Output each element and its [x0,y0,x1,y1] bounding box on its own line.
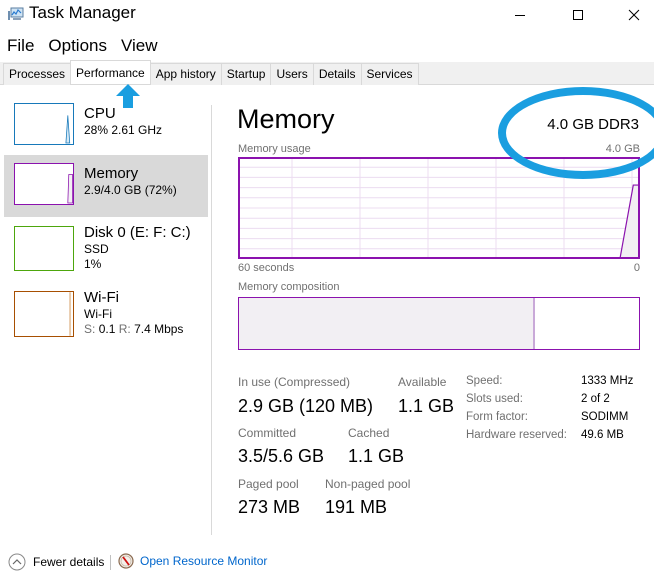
disk-type: SSD [84,242,109,256]
form-factor-label: Form factor: [466,411,528,423]
footer: Fewer details Open Resource Monitor [0,552,654,574]
maximize-button[interactable] [555,0,601,30]
menu-bar: File Options View [0,34,165,58]
available-value: 1.1 GB [398,396,455,416]
cpu-usage: 28% 2.61 GHz [84,123,163,137]
disk-label: Disk 0 (E: F: C:) [84,224,191,241]
non-paged-pool-label: Non-paged pool [325,477,411,491]
tab-details[interactable]: Details [312,63,362,85]
memory-label: Memory [84,165,139,182]
sidebar-item-wifi[interactable]: Wi-Fi Wi-Fi S: 0.1 R: 7.4 Mbps [4,285,208,347]
memory-spec: 4.0 GB DDR3 [547,116,639,133]
cached-value: 1.1 GB [348,446,405,466]
non-paged-pool-value: 191 MB [325,497,388,517]
committed-label: Committed [238,426,297,440]
memory-thumbnail-graph [14,163,74,205]
tab-app-history[interactable]: App history [149,63,222,85]
tab-startup[interactable]: Startup [220,63,272,85]
open-resource-monitor-label: Open Resource Monitor [140,554,268,568]
memory-usage-max: 4.0 GB [605,143,640,155]
panel-divider[interactable] [211,105,212,535]
wifi-send-label: S: [84,322,96,336]
fewer-details-button[interactable]: Fewer details [8,553,104,571]
paged-pool-value: 273 MB [238,497,301,517]
close-button[interactable] [611,0,654,30]
hardware-reserved-value: 49.6 MB [581,429,624,441]
memory-usage-graph [238,157,640,259]
available-label: Available [398,375,447,389]
wifi-receive-label: R: [118,322,131,336]
wifi-throughput: S: 0.1 R: 7.4 Mbps [84,322,183,337]
speed-value: 1333 MHz [581,375,634,387]
footer-separator [110,555,111,570]
menu-file[interactable]: File [0,34,41,58]
close-icon [628,9,640,21]
fewer-details-label: Fewer details [33,555,105,569]
speed-label: Speed: [466,375,503,387]
tab-bar: Processes Performance App history Startu… [0,60,654,85]
in-use-value: 2.9 GB (120 MB) [238,396,374,416]
memory-composition-label: Memory composition [238,281,340,293]
tab-services[interactable]: Services [360,63,419,85]
committed-value: 3.5/5.6 GB [238,446,325,466]
page-title: Memory [237,104,335,134]
window-title: Task Manager [29,3,136,22]
slots-used-value: 2 of 2 [581,393,610,405]
form-factor-value: SODIMM [581,411,629,423]
menu-view[interactable]: View [114,34,165,58]
paged-pool-label: Paged pool [238,477,299,491]
tab-users[interactable]: Users [270,63,314,85]
tab-processes[interactable]: Processes [3,63,72,85]
minimize-button[interactable] [497,0,543,30]
minimize-icon [515,15,525,16]
wifi-send-value: 0.1 [98,322,116,336]
sidebar-item-memory[interactable]: Memory 2.9/4.0 GB (72%) [4,155,208,217]
wifi-adapter: Wi-Fi [84,307,112,321]
wifi-thumbnail-graph [14,291,74,337]
disk-usage: 1% [84,257,102,271]
task-manager-icon [8,7,24,20]
memory-usage: 2.9/4.0 GB (72%) [84,183,177,197]
resource-monitor-icon [118,553,134,569]
cached-label: Cached [348,426,390,440]
usage-line [238,184,640,259]
memory-usage-label: Memory usage [238,143,311,155]
open-resource-monitor-link[interactable]: Open Resource Monitor [118,553,267,569]
time-left-label: 60 seconds [238,262,295,274]
composition-in-use-segment [239,298,535,349]
wifi-label: Wi-Fi [84,289,119,306]
title-bar: Task Manager [0,0,654,32]
tab-performance[interactable]: Performance [70,60,151,84]
maximize-icon [573,10,583,20]
slots-used-label: Slots used: [466,393,523,405]
disk-thumbnail-graph [14,226,74,271]
cpu-thumbnail-graph [14,103,74,145]
chevron-up-circle-icon [8,553,26,571]
annotation-arrow-icon [116,84,140,108]
in-use-label: In use (Compressed) [238,375,351,389]
wifi-receive-value: 7.4 Mbps [134,322,184,336]
time-right-label: 0 [633,262,640,274]
usage-area [238,185,640,259]
hardware-reserved-label: Hardware reserved: [466,429,567,441]
memory-composition-bar [238,297,640,350]
sidebar-item-disk[interactable]: Disk 0 (E: F: C:) SSD 1% [4,220,208,282]
sidebar-item-cpu[interactable]: CPU 28% 2.61 GHz [4,95,208,157]
menu-options[interactable]: Options [41,34,114,58]
